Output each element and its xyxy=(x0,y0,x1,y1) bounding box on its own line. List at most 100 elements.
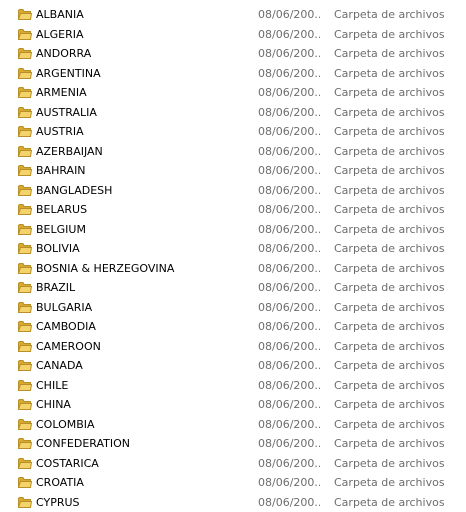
modified-date: 08/06/200... xyxy=(258,64,320,84)
modified-date: 08/06/200... xyxy=(258,5,320,25)
folder-name: CROATIA xyxy=(36,473,251,493)
folder-name: BULGARIA xyxy=(36,298,251,318)
folder-row-cyprus[interactable]: CYPRUS 08/06/200... Carpeta de archivos xyxy=(0,493,466,512)
item-type: Carpeta de archivos xyxy=(334,278,464,298)
folder-row-costarica[interactable]: COSTARICA 08/06/200... Carpeta de archiv… xyxy=(0,454,466,474)
folder-row-australia[interactable]: AUSTRALIA 08/06/200... Carpeta de archiv… xyxy=(0,103,466,123)
folder-icon xyxy=(18,145,32,158)
folder-name: BAHRAIN xyxy=(36,161,251,181)
folder-name: COSTARICA xyxy=(36,454,251,474)
item-type: Carpeta de archivos xyxy=(334,473,464,493)
folder-name: COLOMBIA xyxy=(36,415,251,435)
folder-icon xyxy=(18,418,32,431)
folder-name: BOSNIA & HERZEGOVINA xyxy=(36,259,251,279)
folder-icon xyxy=(18,476,32,489)
modified-date: 08/06/200... xyxy=(258,103,320,123)
folder-row-belgium[interactable]: BELGIUM 08/06/200... Carpeta de archivos xyxy=(0,220,466,240)
folder-row-andorra[interactable]: ANDORRA 08/06/200... Carpeta de archivos xyxy=(0,44,466,64)
folder-icon xyxy=(18,106,32,119)
folder-row-bolivia[interactable]: BOLIVIA 08/06/200... Carpeta de archivos xyxy=(0,239,466,259)
folder-name: BOLIVIA xyxy=(36,239,251,259)
modified-date: 08/06/200... xyxy=(258,239,320,259)
folder-row-argentina[interactable]: ARGENTINA 08/06/200... Carpeta de archiv… xyxy=(0,64,466,84)
folder-name: AUSTRIA xyxy=(36,122,251,142)
folder-icon xyxy=(18,203,32,216)
modified-date: 08/06/200... xyxy=(258,44,320,64)
folder-icon xyxy=(18,242,32,255)
folder-name: CAMEROON xyxy=(36,337,251,357)
folder-row-armenia[interactable]: ARMENIA 08/06/200... Carpeta de archivos xyxy=(0,83,466,103)
folder-row-algeria[interactable]: ALGERIA 08/06/200... Carpeta de archivos xyxy=(0,25,466,45)
folder-name: CYPRUS xyxy=(36,493,251,512)
folder-name: BELARUS xyxy=(36,200,251,220)
folder-name: CHILE xyxy=(36,376,251,396)
item-type: Carpeta de archivos xyxy=(334,493,464,512)
modified-date: 08/06/200... xyxy=(258,454,320,474)
folder-name: CONFEDERATION xyxy=(36,434,251,454)
item-type: Carpeta de archivos xyxy=(334,44,464,64)
folder-name: ALBANIA xyxy=(36,5,251,25)
item-type: Carpeta de archivos xyxy=(334,454,464,474)
folder-icon xyxy=(18,262,32,275)
folder-name: ARMENIA xyxy=(36,83,251,103)
file-list: ALBANIA 08/06/200... Carpeta de archivos… xyxy=(0,5,466,512)
folder-row-albania[interactable]: ALBANIA 08/06/200... Carpeta de archivos xyxy=(0,5,466,25)
item-type: Carpeta de archivos xyxy=(334,103,464,123)
folder-icon xyxy=(18,47,32,60)
folder-icon xyxy=(18,8,32,21)
folder-row-bosnia-herzegovina[interactable]: BOSNIA & HERZEGOVINA 08/06/200... Carpet… xyxy=(0,259,466,279)
modified-date: 08/06/200... xyxy=(258,220,320,240)
folder-row-cambodia[interactable]: CAMBODIA 08/06/200... Carpeta de archivo… xyxy=(0,317,466,337)
modified-date: 08/06/200... xyxy=(258,415,320,435)
modified-date: 08/06/200... xyxy=(258,200,320,220)
folder-row-austria[interactable]: AUSTRIA 08/06/200... Carpeta de archivos xyxy=(0,122,466,142)
folder-row-cameroon[interactable]: CAMEROON 08/06/200... Carpeta de archivo… xyxy=(0,337,466,357)
folder-icon xyxy=(18,184,32,197)
folder-name: ALGERIA xyxy=(36,25,251,45)
folder-name: ARGENTINA xyxy=(36,64,251,84)
item-type: Carpeta de archivos xyxy=(334,298,464,318)
folder-row-bulgaria[interactable]: BULGARIA 08/06/200... Carpeta de archivo… xyxy=(0,298,466,318)
item-type: Carpeta de archivos xyxy=(334,356,464,376)
folder-icon xyxy=(18,125,32,138)
modified-date: 08/06/200... xyxy=(258,298,320,318)
folder-icon xyxy=(18,67,32,80)
folder-row-bahrain[interactable]: BAHRAIN 08/06/200... Carpeta de archivos xyxy=(0,161,466,181)
item-type: Carpeta de archivos xyxy=(334,376,464,396)
folder-row-bangladesh[interactable]: BANGLADESH 08/06/200... Carpeta de archi… xyxy=(0,181,466,201)
folder-name: AZERBAIJAN xyxy=(36,142,251,162)
modified-date: 08/06/200... xyxy=(258,493,320,512)
item-type: Carpeta de archivos xyxy=(334,122,464,142)
folder-row-belarus[interactable]: BELARUS 08/06/200... Carpeta de archivos xyxy=(0,200,466,220)
folder-icon xyxy=(18,457,32,470)
folder-name: BANGLADESH xyxy=(36,181,251,201)
folder-icon xyxy=(18,437,32,450)
folder-icon xyxy=(18,281,32,294)
modified-date: 08/06/200... xyxy=(258,356,320,376)
folder-name: ANDORRA xyxy=(36,44,251,64)
folder-row-canada[interactable]: CANADA 08/06/200... Carpeta de archivos xyxy=(0,356,466,376)
modified-date: 08/06/200... xyxy=(258,161,320,181)
folder-row-croatia[interactable]: CROATIA 08/06/200... Carpeta de archivos xyxy=(0,473,466,493)
item-type: Carpeta de archivos xyxy=(334,259,464,279)
folder-row-colombia[interactable]: COLOMBIA 08/06/200... Carpeta de archivo… xyxy=(0,415,466,435)
item-type: Carpeta de archivos xyxy=(334,434,464,454)
folder-row-brazil[interactable]: BRAZIL 08/06/200... Carpeta de archivos xyxy=(0,278,466,298)
folder-icon xyxy=(18,301,32,314)
modified-date: 08/06/200... xyxy=(258,434,320,454)
item-type: Carpeta de archivos xyxy=(334,239,464,259)
folder-icon xyxy=(18,164,32,177)
folder-row-chile[interactable]: CHILE 08/06/200... Carpeta de archivos xyxy=(0,376,466,396)
folder-row-china[interactable]: CHINA 08/06/200... Carpeta de archivos xyxy=(0,395,466,415)
folder-icon xyxy=(18,359,32,372)
item-type: Carpeta de archivos xyxy=(334,5,464,25)
item-type: Carpeta de archivos xyxy=(334,395,464,415)
folder-row-confederation[interactable]: CONFEDERATION 08/06/200... Carpeta de ar… xyxy=(0,434,466,454)
modified-date: 08/06/200... xyxy=(258,473,320,493)
modified-date: 08/06/200... xyxy=(258,181,320,201)
modified-date: 08/06/200... xyxy=(258,83,320,103)
folder-icon xyxy=(18,340,32,353)
item-type: Carpeta de archivos xyxy=(334,161,464,181)
folder-icon xyxy=(18,398,32,411)
folder-row-azerbaijan[interactable]: AZERBAIJAN 08/06/200... Carpeta de archi… xyxy=(0,142,466,162)
